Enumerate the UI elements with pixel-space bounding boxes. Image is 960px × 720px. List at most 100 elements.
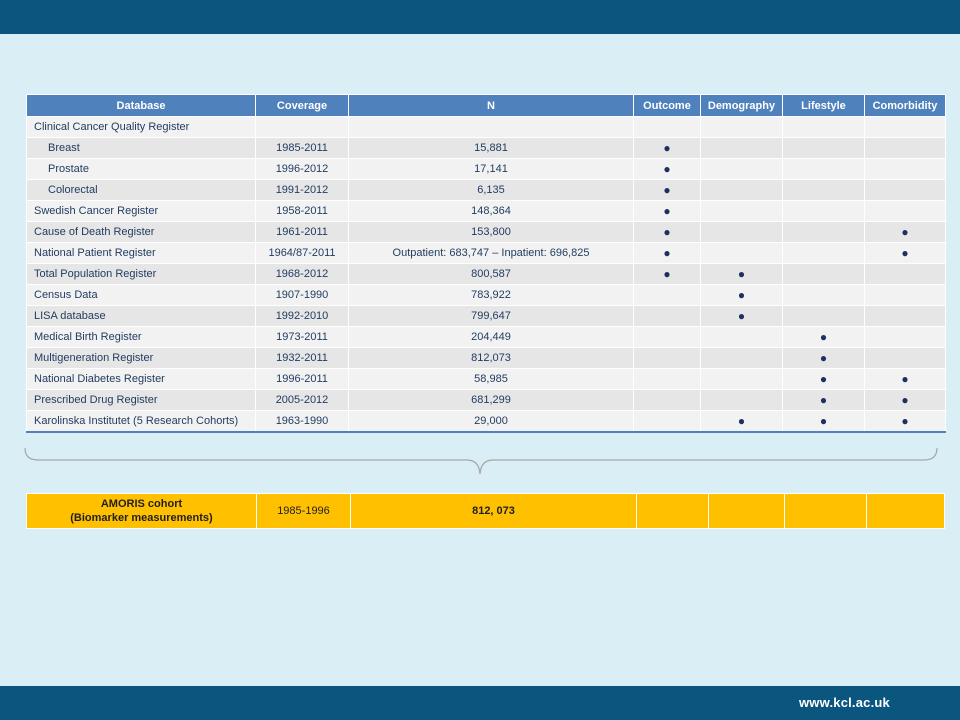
coverage-cell: 1996-2012	[255, 158, 349, 180]
amoris-empty-cell	[866, 493, 945, 529]
database-name: Karolinska Institutet (5 Research Cohort…	[26, 410, 256, 433]
lifestyle-cell	[782, 158, 865, 180]
amoris-name: AMORIS cohort	[100, 498, 183, 510]
outcome-cell: ●	[633, 263, 701, 285]
lifestyle-cell	[782, 305, 865, 327]
database-name: National Diabetes Register	[26, 368, 256, 390]
registers-table: Database Coverage N Outcome Demography L…	[26, 94, 946, 433]
table-header-row: Database Coverage N Outcome Demography L…	[26, 94, 946, 117]
coverage-cell: 1973-2011	[255, 326, 349, 348]
coverage-cell: 1992-2010	[255, 305, 349, 327]
coverage-cell: 1964/87-2011	[255, 242, 349, 264]
lifestyle-cell	[782, 242, 865, 264]
table-row: Prescribed Drug Register 2005-2012 681,2…	[26, 389, 946, 411]
database-name: Multigeneration Register	[26, 347, 256, 369]
outcome-cell	[633, 326, 701, 348]
header-comorbidity: Comorbidity	[864, 94, 946, 117]
lifestyle-cell: ●	[782, 326, 865, 348]
demography-cell	[700, 368, 783, 390]
outcome-cell	[633, 410, 701, 433]
n-cell: 204,449	[348, 326, 634, 348]
outcome-cell: ●	[633, 242, 701, 264]
top-banner	[0, 0, 960, 34]
demography-cell	[700, 347, 783, 369]
demography-cell: ●	[700, 263, 783, 285]
lifestyle-cell	[782, 137, 865, 159]
lifestyle-cell	[782, 284, 865, 306]
comorbidity-cell	[864, 137, 946, 159]
coverage-cell: 1991-2012	[255, 179, 349, 201]
demography-cell	[700, 158, 783, 180]
database-name: Prescribed Drug Register	[26, 389, 256, 411]
table-row: Colorectal 1991-2012 6,135 ●	[26, 179, 946, 201]
lifestyle-cell: ●	[782, 347, 865, 369]
n-cell	[348, 116, 634, 138]
table-row: Karolinska Institutet (5 Research Cohort…	[26, 410, 946, 433]
table-row: Multigeneration Register 1932-2011 812,0…	[26, 347, 946, 369]
lifestyle-cell	[782, 221, 865, 243]
amoris-empty-cell	[708, 493, 785, 529]
comorbidity-cell: ●	[864, 368, 946, 390]
outcome-cell	[633, 116, 701, 138]
database-name: National Patient Register	[26, 242, 256, 264]
database-name: Clinical Cancer Quality Register	[26, 116, 256, 138]
n-cell: 799,647	[348, 305, 634, 327]
database-name: Census Data	[26, 284, 256, 306]
lifestyle-cell: ●	[782, 368, 865, 390]
demography-cell: ●	[700, 410, 783, 433]
lifestyle-cell: ●	[782, 389, 865, 411]
table-row: Medical Birth Register 1973-2011 204,449…	[26, 326, 946, 348]
outcome-cell: ●	[633, 200, 701, 222]
n-cell: 148,364	[348, 200, 634, 222]
outcome-cell: ●	[633, 137, 701, 159]
database-name: Total Population Register	[26, 263, 256, 285]
coverage-cell: 1996-2011	[255, 368, 349, 390]
n-cell: 15,881	[348, 137, 634, 159]
comorbidity-cell: ●	[864, 389, 946, 411]
outcome-cell	[633, 368, 701, 390]
comorbidity-cell	[864, 305, 946, 327]
coverage-cell	[255, 116, 349, 138]
coverage-cell: 1932-2011	[255, 347, 349, 369]
comorbidity-cell	[864, 158, 946, 180]
demography-cell	[700, 137, 783, 159]
demography-cell	[700, 242, 783, 264]
coverage-cell: 1907-1990	[255, 284, 349, 306]
demography-cell: ●	[700, 284, 783, 306]
n-cell: 681,299	[348, 389, 634, 411]
n-cell: 58,985	[348, 368, 634, 390]
n-cell: Outpatient: 683,747 – Inpatient: 696,825	[348, 242, 634, 264]
n-cell: 153,800	[348, 221, 634, 243]
comorbidity-cell: ●	[864, 221, 946, 243]
lifestyle-cell	[782, 179, 865, 201]
demography-cell	[700, 326, 783, 348]
coverage-cell: 1963-1990	[255, 410, 349, 433]
database-name: Colorectal	[26, 179, 256, 201]
header-lifestyle: Lifestyle	[782, 94, 865, 117]
n-cell: 800,587	[348, 263, 634, 285]
lifestyle-cell: ●	[782, 410, 865, 433]
coverage-cell: 1985-2011	[255, 137, 349, 159]
n-cell: 6,135	[348, 179, 634, 201]
n-cell: 783,922	[348, 284, 634, 306]
comorbidity-cell: ●	[864, 410, 946, 433]
database-name: Cause of Death Register	[26, 221, 256, 243]
database-name: Swedish Cancer Register	[26, 200, 256, 222]
amoris-subtitle: (Biomarker measurements)	[70, 512, 213, 524]
comorbidity-cell: ●	[864, 242, 946, 264]
database-name: Medical Birth Register	[26, 326, 256, 348]
table-row: Breast 1985-2011 15,881 ●	[26, 137, 946, 159]
amoris-empty-cell	[636, 493, 709, 529]
demography-cell	[700, 389, 783, 411]
comorbidity-cell	[864, 284, 946, 306]
comorbidity-cell	[864, 200, 946, 222]
database-name: Prostate	[26, 158, 256, 180]
demography-cell	[700, 221, 783, 243]
outcome-cell	[633, 305, 701, 327]
lifestyle-cell	[782, 200, 865, 222]
outcome-cell: ●	[633, 158, 701, 180]
coverage-cell: 1961-2011	[255, 221, 349, 243]
coverage-cell: 1968-2012	[255, 263, 349, 285]
table-row: National Diabetes Register 1996-2011 58,…	[26, 368, 946, 390]
outcome-cell: ●	[633, 221, 701, 243]
